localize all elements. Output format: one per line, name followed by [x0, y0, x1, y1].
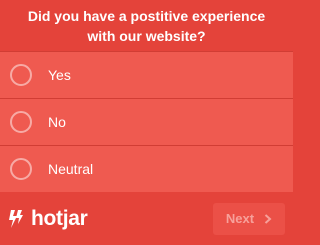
radio-button-icon[interactable] [10, 158, 32, 180]
radio-button-icon[interactable] [10, 64, 32, 86]
answer-options: Yes No Neutral [0, 51, 293, 193]
answer-option-label: Neutral [48, 161, 94, 177]
answer-option-no[interactable]: No [0, 99, 293, 146]
answer-option-label: Yes [48, 67, 71, 83]
chevron-right-icon [264, 213, 272, 224]
survey-widget: Did you have a postitive experience with… [0, 0, 293, 245]
answer-option-neutral[interactable]: Neutral [0, 146, 293, 193]
next-button-label: Next [225, 211, 255, 226]
survey-question: Did you have a postitive experience with… [27, 7, 266, 44]
brand-name: hotjar [31, 206, 88, 230]
next-button[interactable]: Next [213, 202, 285, 235]
answer-option-label: No [48, 114, 66, 130]
survey-footer: hotjar Next [0, 192, 293, 245]
hotjar-brand: hotjar [8, 207, 88, 231]
hotjar-logo-icon [9, 209, 23, 228]
answer-option-yes[interactable]: Yes [0, 52, 293, 99]
radio-button-icon[interactable] [10, 111, 32, 133]
